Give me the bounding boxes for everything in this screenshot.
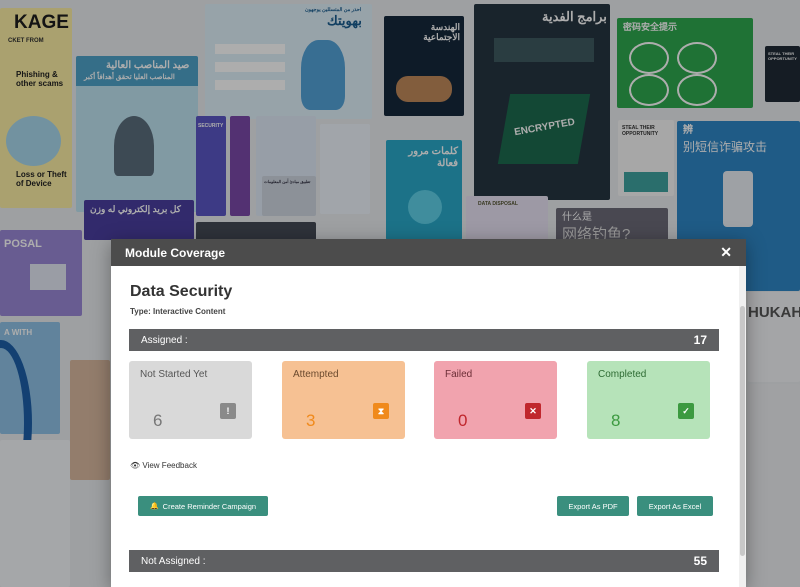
- export-pdf-button[interactable]: Export As PDF: [557, 496, 629, 516]
- stat-label: Attempted: [293, 369, 339, 380]
- stat-label: Failed: [445, 369, 473, 380]
- bg-text: Loss or Theft of Device: [16, 170, 67, 189]
- bg-tile-social-engineering: الهندسة الاجتماعية: [384, 16, 464, 116]
- bg-tile-phishing-cn: 什么是 网络钓鱼?: [556, 208, 668, 242]
- bg-tile-identity: احذر من المتسللين يوجهون بهويتك: [205, 4, 372, 119]
- bg-tile-strong-password: كلمات مرور فعالة: [386, 140, 462, 240]
- assigned-count: 17: [693, 333, 707, 347]
- bg-tile-data-disposal: DATA DISPOSAL: [466, 196, 548, 242]
- module-title: Data Security: [130, 283, 233, 300]
- reminder-label: Create Reminder Campaign: [162, 501, 257, 511]
- bg-tile-steal: STEAL THEIR OPPORTUNITY: [618, 120, 674, 196]
- bg-tile-password-cn: 密码安全提示: [617, 18, 753, 108]
- scrollbar-thumb[interactable]: [740, 306, 745, 556]
- bg-text: STEAL THEIR OPPORTUNITY: [622, 125, 659, 137]
- check-icon: ✓: [678, 403, 694, 419]
- bg-tile-whaling: صيد المناصب العالية المناصب العليا تحقق …: [76, 56, 198, 212]
- exclamation-icon: !: [220, 403, 236, 419]
- module-coverage-modal: Module Coverage ✕ Data Security Type: In…: [111, 239, 746, 587]
- bg-text: 密码安全提示: [623, 22, 678, 32]
- stat-card-not-started: Not Started Yet 6 !: [129, 361, 252, 439]
- bg-text: SECURITY: [198, 123, 224, 129]
- stat-card-completed: Completed 8 ✓: [587, 361, 710, 439]
- x-icon: ✕: [525, 403, 541, 419]
- stat-label: Not Started Yet: [140, 369, 208, 380]
- bg-text: برامج الفدية: [542, 9, 607, 24]
- eye-icon: 👁: [130, 461, 141, 470]
- close-icon[interactable]: ✕: [720, 244, 732, 261]
- bg-text: CKET FROM: [8, 38, 44, 44]
- bg-text: POSAL: [4, 238, 42, 250]
- bg-text: كلمات مرور فعالة: [408, 146, 458, 169]
- assigned-bar: Assigned : 17: [129, 329, 719, 351]
- bg-tile-brown: [70, 360, 110, 480]
- modal-title: Module Coverage: [125, 245, 226, 260]
- stat-value: 6: [153, 411, 163, 430]
- bg-text: 别短信诈骗攻击: [683, 140, 768, 154]
- bg-text: DATA DISPOSAL: [478, 201, 518, 207]
- stat-label: Completed: [598, 369, 647, 380]
- bg-tile-package: KAGE CKET FROM Phishing & other scams Lo…: [0, 8, 72, 208]
- bg-tile-white-left: [0, 440, 70, 587]
- create-reminder-campaign-button[interactable]: 🔔 Create Reminder Campaign: [138, 496, 268, 516]
- bg-text: كل بريد إلكتروني له وزن: [90, 204, 181, 214]
- bell-icon: 🔔: [149, 503, 159, 510]
- bg-tile-purple-list: [230, 116, 250, 216]
- hourglass-icon: ⧗: [373, 403, 389, 419]
- bg-tile-security: SECURITY: [196, 116, 226, 216]
- bg-text: 什么是: [562, 212, 592, 223]
- bg-tile-disposal-left: POSAL: [0, 230, 82, 316]
- stat-card-attempted: Attempted 3 ⧗: [282, 361, 405, 439]
- bg-text: المناصب العليا تحقق أهدافاً أكبر: [84, 74, 175, 81]
- bg-tile-right-lower: [748, 384, 800, 587]
- bg-text: الهندسة الاجتماعية: [423, 22, 460, 43]
- stat-value: 8: [611, 411, 621, 430]
- modal-header: Module Coverage ✕: [111, 239, 746, 266]
- bg-text: KAGE: [14, 12, 69, 33]
- not-assigned-count: 55: [693, 554, 707, 568]
- bg-text: تطبيق مبادئ أمن المعلومات: [264, 179, 311, 184]
- stat-value: 0: [458, 411, 468, 430]
- view-feedback-label: View Feedback: [142, 461, 197, 470]
- view-feedback-link[interactable]: 👁 View Feedback: [130, 461, 197, 470]
- bg-text: A WITH: [4, 328, 33, 337]
- bg-text: بهويتك: [327, 13, 362, 28]
- bg-text: HUKAH: [748, 304, 800, 321]
- bg-tile-hukah: HUKAH: [748, 292, 800, 382]
- bg-tile-steal-small: STEAL THEIR OPPORTUNITY: [765, 46, 800, 102]
- export-excel-button[interactable]: Export As Excel: [637, 496, 713, 516]
- bg-tile-email-weight: كل بريد إلكتروني له وزن: [84, 200, 194, 240]
- bg-tile-email: [320, 124, 370, 214]
- not-assigned-bar: Not Assigned : 55: [129, 550, 719, 572]
- bg-text: Phishing & other scams: [16, 70, 64, 89]
- bg-text: صيد المناصب العالية: [106, 60, 190, 71]
- bg-tile-infosec: تطبيق مبادئ أمن المعلومات: [262, 176, 316, 216]
- bg-text: STEAL THEIR OPPORTUNITY: [768, 51, 797, 61]
- assigned-label: Assigned :: [141, 334, 188, 346]
- bg-text: 辨: [683, 125, 693, 136]
- stat-value: 3: [306, 411, 316, 430]
- not-assigned-label: Not Assigned :: [141, 555, 206, 567]
- stat-card-failed: Failed 0 ✕: [434, 361, 557, 439]
- scrollbar[interactable]: [739, 266, 746, 587]
- module-type: Type: Interactive Content: [130, 307, 226, 316]
- bg-tile-ransomware: برامج الفدية ENCRYPTED: [474, 4, 610, 200]
